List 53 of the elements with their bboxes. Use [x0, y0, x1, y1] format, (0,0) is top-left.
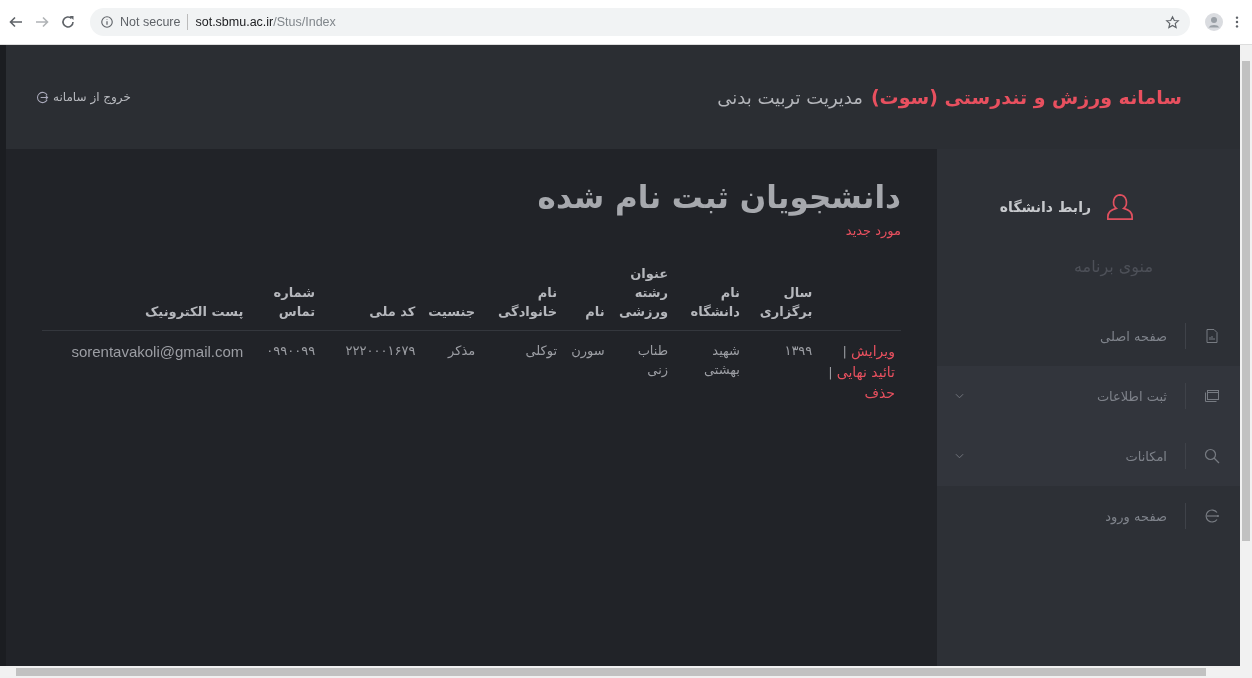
column-header: جنسیت — [428, 303, 476, 319]
report-icon — [1204, 328, 1220, 344]
address-bar[interactable]: Not secure sot.sbmu.ac.ir/Stus/Index — [90, 8, 1190, 36]
star-icon[interactable] — [1165, 14, 1180, 30]
action-link[interactable]: حذف — [864, 384, 895, 401]
column-header: شماره تماس — [273, 284, 316, 319]
menu-item[interactable]: صفحه اصلی — [937, 306, 1240, 366]
link-separator: | — [828, 364, 833, 380]
login-icon — [1204, 508, 1220, 524]
back-icon[interactable] — [8, 14, 24, 30]
chevron-icon — [955, 453, 964, 459]
page-title: دانشجویان ثبت نام شده — [536, 179, 901, 215]
chevron-icon — [955, 393, 964, 399]
info-icon — [100, 15, 114, 29]
url-host: sot.sbmu.ac.ir — [195, 15, 274, 29]
table-cell: توکلی — [525, 342, 558, 358]
url-path: /Stus/Index — [273, 15, 336, 29]
menu-icon[interactable] — [1234, 15, 1240, 29]
reload-icon[interactable] — [60, 14, 76, 30]
security-label: Not secure — [120, 15, 181, 29]
window-icon — [1204, 388, 1220, 404]
user-icon — [1105, 193, 1135, 221]
horizontal-scrollbar[interactable] — [0, 666, 1252, 678]
column-header: نام — [585, 303, 605, 319]
table-cell: شهید بهشتی — [704, 342, 740, 378]
action-link[interactable]: تائید نهایی — [836, 363, 895, 380]
profile-icon[interactable] — [1204, 12, 1224, 32]
table-cell: sorentavakoli@gmail.com — [71, 342, 244, 360]
logout-link[interactable]: خروج از سامانه — [53, 90, 131, 104]
column-header: عنوان رشته ورزشی — [619, 266, 669, 319]
column-header: سال برگزاری — [759, 284, 813, 319]
table-cell: طناب زنی — [637, 342, 669, 378]
user-role: رابط دانشگاه — [999, 199, 1091, 215]
table-cell: ۲۲۲۰۰۰۱۶۷۹ — [345, 342, 416, 358]
vertical-scrollbar[interactable] — [1240, 45, 1252, 666]
link-separator: | — [842, 343, 847, 359]
menu-item[interactable]: ثبت اطلاعات — [937, 366, 1240, 426]
column-header: پست الکترونیک — [145, 303, 244, 319]
menu-item[interactable]: صفحه ورود — [937, 486, 1240, 546]
search-icon — [1204, 448, 1220, 464]
column-header: نام دانشگاه — [690, 284, 740, 319]
table-cell: مذکر — [448, 342, 476, 358]
logout-icon[interactable] — [36, 90, 49, 104]
site-title: سامانه ورزش و تندرستی (سوت) — [870, 86, 1182, 108]
column-header: کد ملی — [369, 303, 416, 319]
action-link[interactable]: ویرایش — [850, 342, 895, 359]
new-item-link[interactable]: مورد جدید — [845, 223, 901, 238]
site-subtitle: مدیریت تربیت بدنی — [717, 87, 863, 108]
table-cell: سورن — [571, 342, 605, 358]
table-cell: ۱۳۹۹ — [784, 342, 813, 358]
menu-item[interactable]: امکانات — [937, 426, 1240, 486]
table-cell: ۰۹۹۰۰۹۹ — [266, 342, 316, 358]
column-header: نام خانوادگی — [497, 284, 558, 319]
